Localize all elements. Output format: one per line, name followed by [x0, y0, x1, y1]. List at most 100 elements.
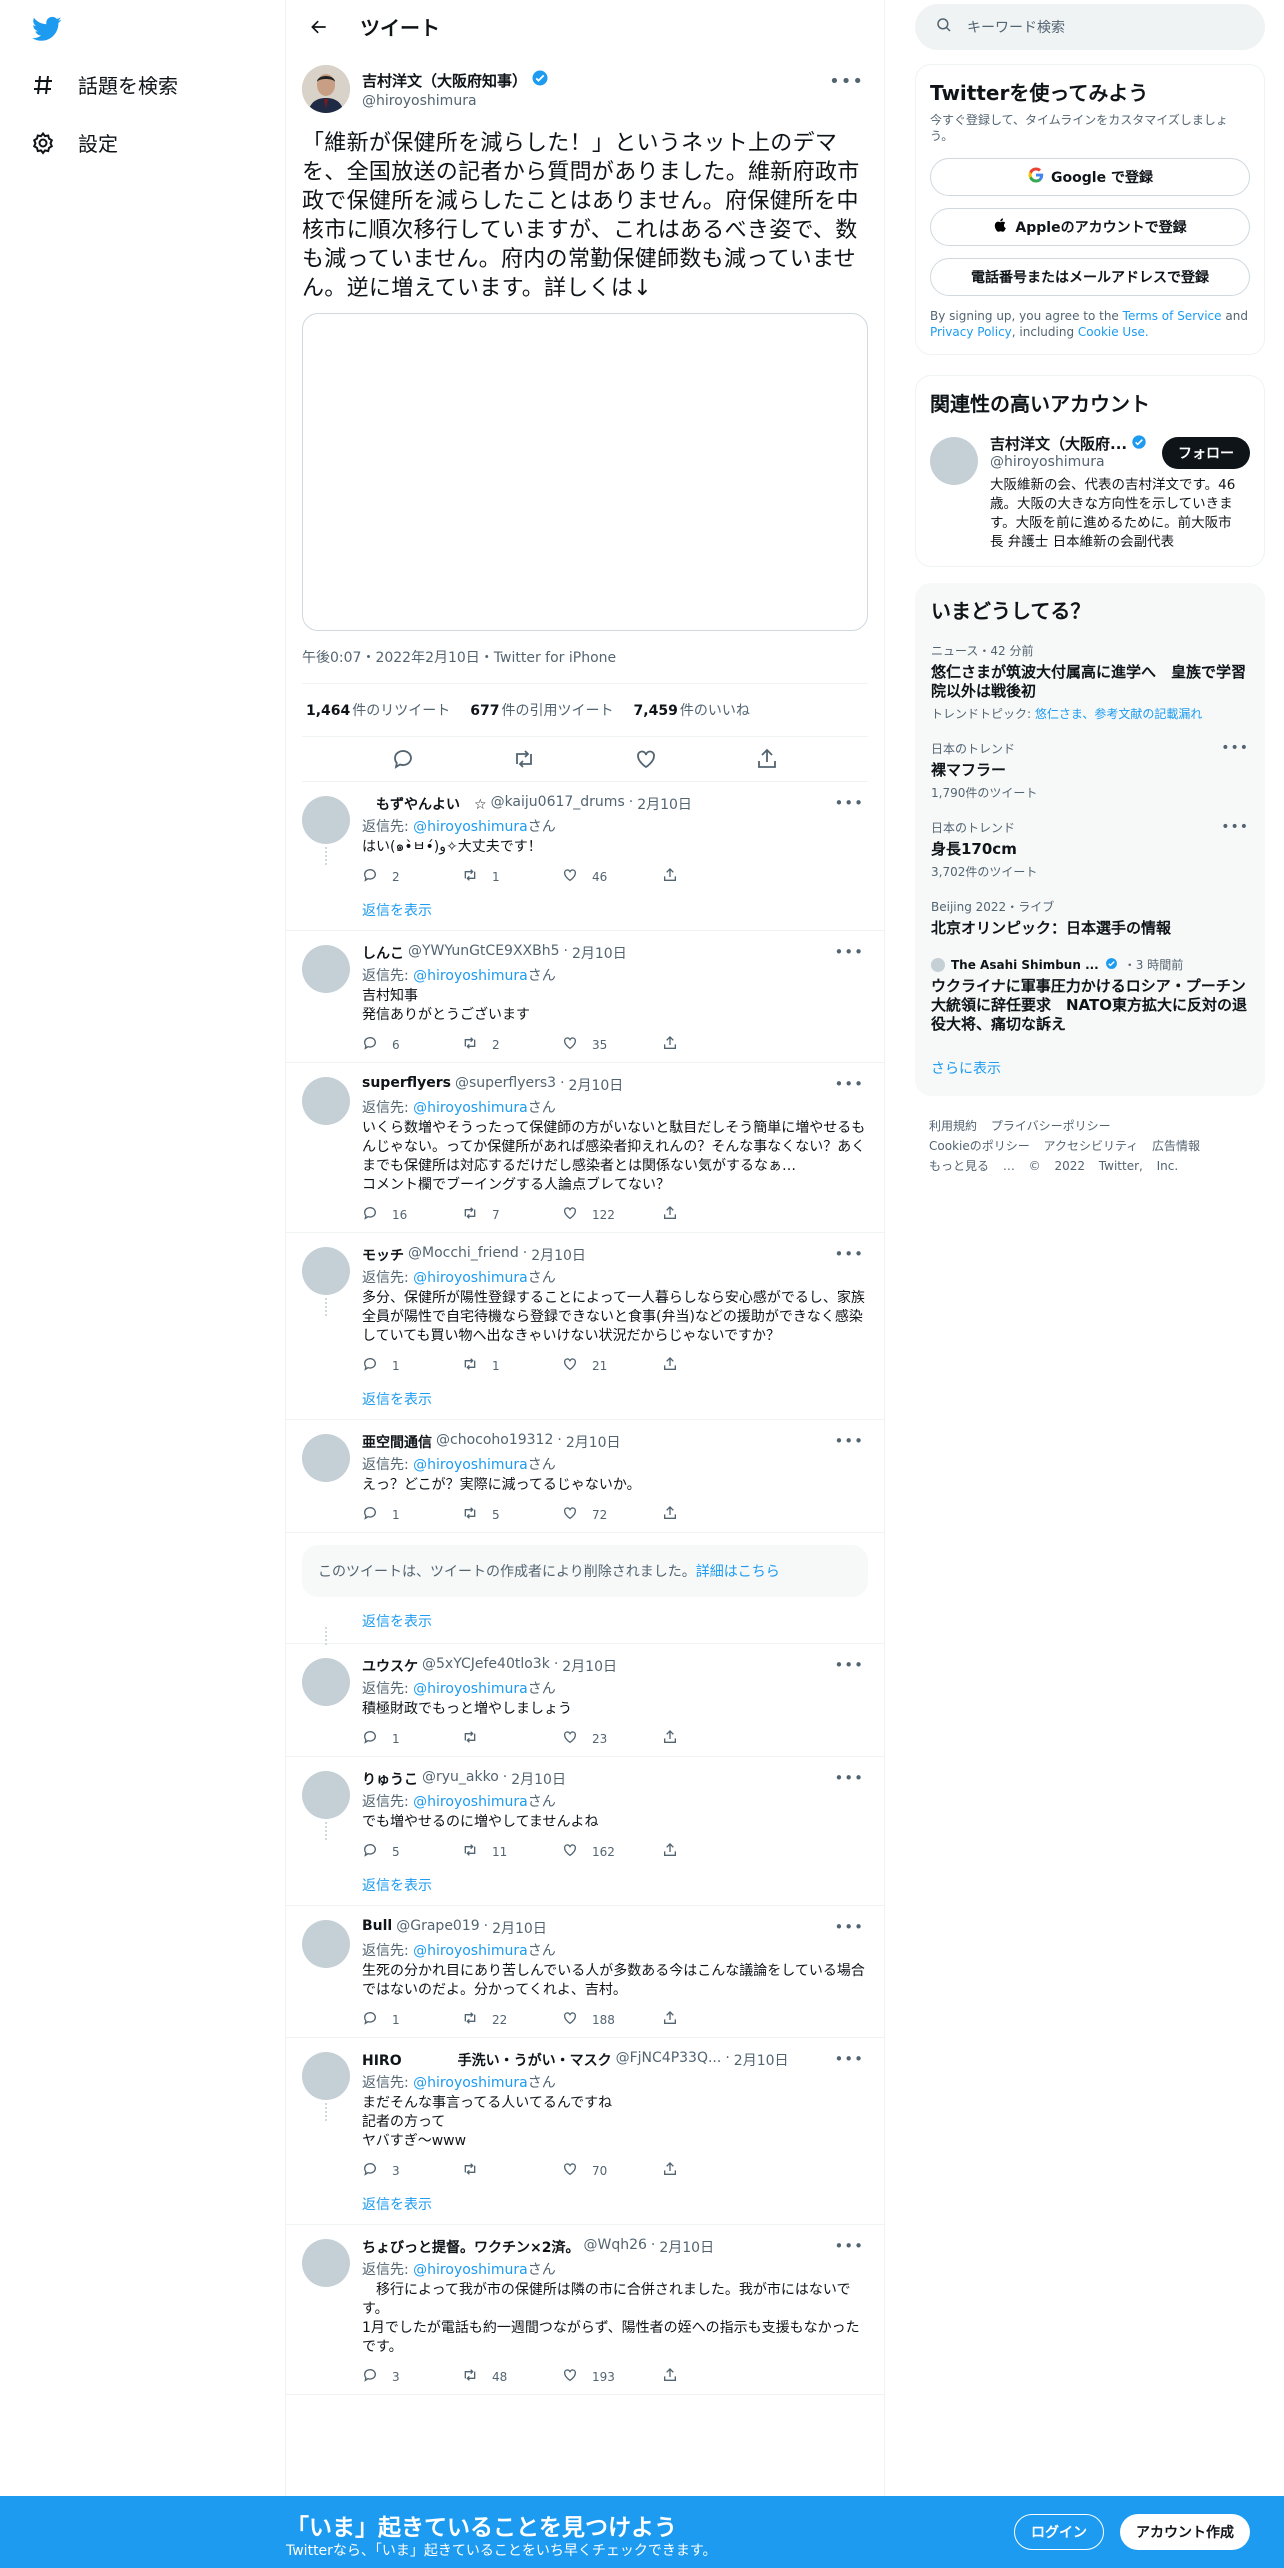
- retweet-button[interactable]: 1: [462, 1356, 562, 1375]
- reply-author-name[interactable]: ユウスケ: [362, 1656, 418, 1676]
- retweet-button[interactable]: 1: [462, 867, 562, 886]
- phone-email-signup-button[interactable]: 電話番号またはメールアドレスで登録: [930, 258, 1250, 296]
- more-options-icon[interactable]: •••: [834, 1769, 864, 1787]
- reply-tweet[interactable]: モッチ @Mocchi_friend · 2月10日 ••• 返信先: @hiroyosh…: [286, 1233, 884, 1420]
- mention-link[interactable]: @hiroyoshimura: [413, 819, 528, 835]
- reply-date[interactable]: 2月10日: [531, 1245, 586, 1265]
- reply-author-handle[interactable]: @ryu_akko: [422, 1769, 499, 1789]
- reply-button[interactable]: 6: [362, 1035, 462, 1054]
- mention-link[interactable]: @hiroyoshimura: [413, 1270, 528, 1286]
- like-button[interactable]: 72: [562, 1505, 662, 1524]
- like-icon[interactable]: [634, 747, 658, 771]
- more-options-icon[interactable]: •••: [1221, 740, 1249, 756]
- reply-date[interactable]: 2月10日: [511, 1769, 566, 1789]
- reply-date[interactable]: 2月10日: [572, 943, 627, 963]
- share-button[interactable]: [662, 867, 762, 886]
- more-options-icon[interactable]: •••: [829, 71, 864, 92]
- avatar[interactable]: [302, 1077, 350, 1125]
- reply-author-handle[interactable]: @Grape019: [396, 1918, 479, 1938]
- reply-author-name[interactable]: 亜空間通信: [362, 1432, 432, 1452]
- show-replies-link[interactable]: 返信を表示: [362, 900, 868, 920]
- mention-link[interactable]: @hiroyoshimura: [413, 968, 528, 984]
- login-button[interactable]: ログイン: [1014, 2514, 1104, 2550]
- more-options-icon[interactable]: •••: [834, 1075, 864, 1093]
- nav-settings[interactable]: 設定: [30, 128, 118, 157]
- author-handle[interactable]: @hiroyoshimura: [362, 93, 549, 109]
- reply-author-name[interactable]: superflyers: [362, 1075, 451, 1095]
- share-icon[interactable]: [755, 747, 779, 771]
- retweet-count[interactable]: 1,464 件のリツイート: [306, 700, 450, 720]
- reply-button[interactable]: 1: [362, 1729, 462, 1748]
- twitter-logo-icon[interactable]: [30, 14, 66, 44]
- reply-button[interactable]: 16: [362, 1205, 462, 1224]
- share-button[interactable]: [662, 1356, 762, 1375]
- reply-date[interactable]: 2月10日: [569, 1075, 624, 1095]
- author-name[interactable]: 吉村洋文（大阪府知事）: [362, 69, 549, 91]
- like-button[interactable]: 193: [562, 2367, 662, 2386]
- avatar[interactable]: [302, 2239, 350, 2287]
- like-button[interactable]: 23: [562, 1729, 662, 1748]
- reply-tweet[interactable]: もずやんよい ☆ @kaiju0617_drums · 2月10日 ••• 返信先: @h…: [286, 782, 884, 931]
- reply-tweet[interactable]: ちょびっと提督。ワクチン×2済。 @Wqh26 · 2月10日 ••• 返信先: @hir…: [286, 2225, 884, 2395]
- mention-link[interactable]: @hiroyoshimura: [413, 1100, 528, 1116]
- more-options-icon[interactable]: •••: [834, 1432, 864, 1450]
- nav-explore[interactable]: 話題を検索: [30, 70, 178, 99]
- trend-topic-link[interactable]: 悠仁さま、参考文献の記載漏れ: [1035, 707, 1203, 721]
- reply-author-handle[interactable]: @kaiju0617_drums: [491, 794, 625, 814]
- retweet-button[interactable]: 2: [462, 1035, 562, 1054]
- reply-button[interactable]: 1: [362, 1356, 462, 1375]
- avatar[interactable]: [302, 1658, 350, 1706]
- trend-item[interactable]: Beijing 2022・ライブ 北京オリンピック：日本選手の情報: [931, 898, 1249, 938]
- more-options-icon[interactable]: •••: [834, 943, 864, 961]
- trend-item[interactable]: ニュース・42 分前 悠仁さまが筑波大付属高に進学へ 皇族で学習院以外は戦後初 トレ…: [931, 642, 1249, 722]
- like-count[interactable]: 7,459 件のいいね: [634, 700, 750, 720]
- reply-author-name[interactable]: Bull: [362, 1918, 392, 1938]
- reply-tweet[interactable]: 亜空間通信 @chocoho19312 · 2月10日 ••• 返信先: @hiroyos…: [286, 1420, 884, 1533]
- share-button[interactable]: [662, 2161, 762, 2180]
- mention-link[interactable]: @hiroyoshimura: [413, 1681, 528, 1697]
- reply-author-name[interactable]: もずやんよい ☆: [362, 794, 487, 814]
- avatar[interactable]: [302, 796, 350, 844]
- reply-author-handle[interactable]: @superflyers3: [455, 1075, 556, 1095]
- reply-button[interactable]: 3: [362, 2367, 462, 2386]
- avatar[interactable]: [302, 1434, 350, 1482]
- reply-date[interactable]: 2月10日: [562, 1656, 617, 1676]
- like-button[interactable]: 35: [562, 1035, 662, 1054]
- footer-links[interactable]: 利用規約 プライバシーポリシー Cookieのポリシー アクセシビリティ 広告情…: [915, 1116, 1265, 1176]
- reply-date[interactable]: 2月10日: [734, 2050, 789, 2070]
- share-button[interactable]: [662, 1842, 762, 1861]
- reply-author-name[interactable]: HIRO 手洗い・うがい・マスク: [362, 2050, 612, 2070]
- share-button[interactable]: [662, 2010, 762, 2029]
- reply-tweet[interactable]: ユウスケ @5xYCJefe40tlo3k · 2月10日 ••• 返信先: @hiroy…: [286, 1644, 884, 1757]
- more-options-icon[interactable]: •••: [834, 1245, 864, 1263]
- like-button[interactable]: 70: [562, 2161, 662, 2180]
- link-card[interactable]: [302, 313, 868, 631]
- related-account[interactable]: 吉村洋文（大阪府... @hiroyoshimura 大阪維新の会、代表の吉村洋…: [930, 433, 1250, 552]
- terms-link[interactable]: Terms of Service: [1123, 309, 1222, 323]
- cookie-link[interactable]: Cookie Use.: [1078, 325, 1149, 339]
- quote-count[interactable]: 677 件の引用ツイート: [470, 700, 613, 720]
- reply-author-name[interactable]: しんこ: [362, 943, 404, 963]
- reply-date[interactable]: 2月10日: [659, 2237, 714, 2257]
- more-options-icon[interactable]: •••: [834, 794, 864, 812]
- reply-button[interactable]: 1: [362, 2010, 462, 2029]
- reply-button[interactable]: 2: [362, 867, 462, 886]
- search-box[interactable]: キーワード検索: [915, 4, 1265, 50]
- retweet-icon[interactable]: [512, 747, 536, 771]
- more-options-icon[interactable]: •••: [1221, 819, 1249, 835]
- signup-button[interactable]: アカウント作成: [1120, 2514, 1250, 2550]
- back-arrow-icon[interactable]: [302, 10, 336, 44]
- retweet-button[interactable]: [462, 1729, 562, 1748]
- show-more-link[interactable]: さらに表示: [931, 1058, 1249, 1078]
- show-replies-link[interactable]: 返信を表示: [362, 2194, 868, 2214]
- reply-tweet[interactable]: しんこ @YWYunGtCE9XXBh5 · 2月10日 ••• 返信先: @hiroyo…: [286, 931, 884, 1063]
- avatar[interactable]: [302, 1920, 350, 1968]
- show-replies-link[interactable]: 返信を表示: [362, 1389, 868, 1409]
- reply-tweet[interactable]: HIRO 手洗い・うがい・マスク @FjNC4P33Q... · 2月10日 ••• 返信…: [286, 2038, 884, 2225]
- share-button[interactable]: [662, 1729, 762, 1748]
- follow-button[interactable]: フォロー: [1162, 437, 1250, 469]
- reply-tweet[interactable]: りゅうこ @ryu_akko · 2月10日 ••• 返信先: @hiroyoshimur…: [286, 1757, 884, 1906]
- show-replies-link[interactable]: 返信を表示: [362, 1875, 868, 1895]
- like-button[interactable]: 122: [562, 1205, 662, 1224]
- reply-author-handle[interactable]: @5xYCJefe40tlo3k: [422, 1656, 550, 1676]
